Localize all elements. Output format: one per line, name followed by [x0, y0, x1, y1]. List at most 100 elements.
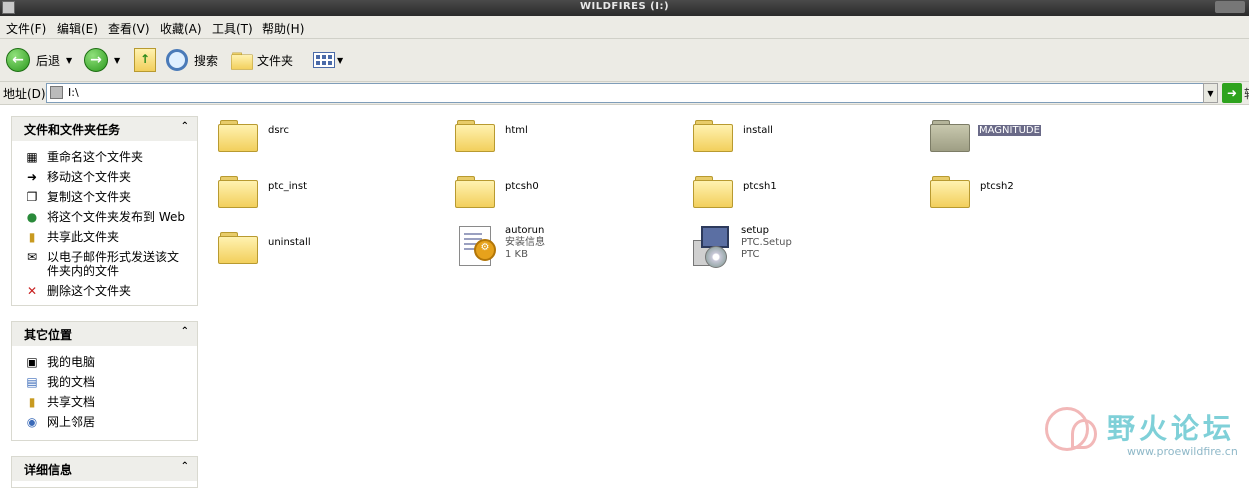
- shared-documents-icon: ▮: [28, 395, 36, 409]
- file-item-ptcsh1[interactable]: ptcsh1: [693, 170, 777, 210]
- task-copy[interactable]: ❐ 复制这个文件夹: [12, 187, 197, 207]
- address-value: I:\: [68, 86, 79, 99]
- address-dropdown-icon[interactable]: ▼: [1203, 83, 1218, 103]
- publish-web-icon: ●: [26, 210, 38, 224]
- file-type: 安装信息: [505, 237, 545, 248]
- back-button[interactable]: ← 后退 ▼: [6, 39, 72, 81]
- file-item-dsrc[interactable]: dsrc: [218, 114, 289, 154]
- rename-icon: ▦: [26, 150, 38, 164]
- file-name: uninstall: [268, 237, 311, 248]
- inf-file-icon: ⚙: [459, 226, 496, 266]
- back-dropdown-icon[interactable]: ▼: [66, 56, 72, 65]
- menu-help[interactable]: 帮助(H): [262, 20, 304, 37]
- menu-edit[interactable]: 编辑(E): [57, 20, 98, 37]
- file-item-install[interactable]: install: [693, 114, 773, 154]
- forward-dropdown-icon[interactable]: ▼: [114, 56, 120, 65]
- details-panel-header[interactable]: 详细信息 ⌃: [12, 457, 197, 481]
- views-button[interactable]: ▼: [313, 39, 343, 81]
- file-name: ptcsh2: [980, 181, 1014, 192]
- folder-icon: [930, 118, 970, 152]
- tasks-panel-header[interactable]: 文件和文件夹任务 ⌃: [12, 117, 197, 141]
- window-title: WILDFIRES (I:): [579, 1, 670, 12]
- file-name: ptcsh1: [743, 181, 777, 192]
- watermark-logo-icon: [1071, 419, 1097, 449]
- task-email[interactable]: ✉ 以电子邮件形式发送该文件夹内的文件: [12, 247, 197, 281]
- menu-tools[interactable]: 工具(T): [212, 20, 253, 37]
- details-panel-title: 详细信息: [24, 462, 73, 477]
- tasks-panel-title: 文件和文件夹任务: [24, 122, 121, 137]
- collapse-chevron-icon[interactable]: ⌃: [181, 326, 189, 337]
- forward-button[interactable]: → ▼: [84, 39, 120, 81]
- file-name: html: [505, 125, 528, 136]
- go-arrow-icon: ➜: [1226, 86, 1238, 100]
- up-folder-icon: ↑: [134, 48, 156, 72]
- file-company: PTC: [741, 249, 760, 260]
- details-panel: 详细信息 ⌃: [11, 456, 198, 488]
- folders-icon: [231, 51, 253, 70]
- go-label[interactable]: 转: [1244, 85, 1249, 102]
- task-rename[interactable]: ▦ 重命名这个文件夹: [12, 147, 197, 167]
- file-description: PTC.Setup: [741, 237, 792, 248]
- folder-icon: [218, 118, 258, 152]
- network-icon: ◉: [26, 415, 38, 429]
- drive-icon: [50, 86, 63, 99]
- file-item-ptc-inst[interactable]: ptc_inst: [218, 170, 307, 210]
- my-computer-icon: ▣: [26, 355, 38, 369]
- folder-icon: [455, 174, 495, 208]
- back-label: 后退: [36, 53, 61, 68]
- task-move[interactable]: ➜ 移动这个文件夹: [12, 167, 197, 187]
- search-button[interactable]: 搜索: [166, 39, 218, 81]
- places-panel-title: 其它位置: [24, 327, 73, 342]
- file-item-setup[interactable]: setup PTC.Setup PTC: [691, 222, 792, 270]
- forward-arrow-icon: →: [84, 48, 108, 72]
- places-panel-header[interactable]: 其它位置 ⌃: [12, 322, 197, 346]
- task-publish-web[interactable]: ● 将这个文件夹发布到 Web: [12, 207, 197, 227]
- file-item-ptcsh2[interactable]: ptcsh2: [930, 170, 1014, 210]
- folder-icon: [930, 174, 970, 208]
- up-folder-button[interactable]: ↑: [134, 39, 156, 81]
- folder-icon: [218, 174, 258, 208]
- watermark-url: www.proewildfire.cn: [1127, 445, 1238, 458]
- folders-button[interactable]: 文件夹: [231, 39, 293, 81]
- watermark-brand: 野火论坛: [1107, 412, 1236, 445]
- folder-icon: [455, 118, 495, 152]
- task-share[interactable]: ▮ 共享此文件夹: [12, 227, 197, 247]
- copy-icon: ❐: [26, 190, 38, 204]
- task-delete[interactable]: ✕ 删除这个文件夹: [12, 281, 197, 301]
- file-item-html[interactable]: html: [455, 114, 528, 154]
- go-button[interactable]: ➜: [1222, 83, 1242, 103]
- collapse-chevron-icon[interactable]: ⌃: [181, 121, 189, 132]
- delete-icon: ✕: [26, 284, 38, 298]
- window-controls[interactable]: [1215, 1, 1245, 13]
- watermark: 野火论坛 www.proewildfire.cn: [1045, 405, 1245, 465]
- address-input[interactable]: I:\: [46, 83, 1204, 103]
- place-my-computer[interactable]: ▣ 我的电脑: [12, 352, 197, 372]
- folder-icon: [693, 174, 733, 208]
- folders-label: 文件夹: [257, 53, 294, 68]
- move-icon: ➜: [26, 170, 38, 184]
- menu-file[interactable]: 文件(F): [6, 20, 46, 37]
- place-network[interactable]: ◉ 网上邻居: [12, 412, 197, 432]
- folder-icon: [218, 230, 258, 264]
- place-my-documents[interactable]: ▤ 我的文档: [12, 372, 197, 392]
- file-item-uninstall[interactable]: uninstall: [218, 226, 311, 266]
- address-label: 地址(D): [3, 87, 46, 101]
- file-name: setup: [741, 225, 769, 236]
- views-dropdown-icon[interactable]: ▼: [337, 56, 343, 65]
- menu-favorites[interactable]: 收藏(A): [160, 20, 202, 37]
- toolbar: ← 后退 ▼ → ▼ ↑ 搜索 文件夹 ▼: [0, 39, 1249, 82]
- address-bar: 地址(D) I:\ ▼ ➜ 转: [0, 82, 1249, 105]
- my-documents-icon: ▤: [26, 375, 38, 389]
- file-item-ptcsh0[interactable]: ptcsh0: [455, 170, 539, 210]
- tasks-panel: 文件和文件夹任务 ⌃ ▦ 重命名这个文件夹 ➜ 移动这个文件夹 ❐ 复制这个文件夹 ●…: [11, 116, 198, 306]
- places-panel: 其它位置 ⌃ ▣ 我的电脑 ▤ 我的文档 ▮ 共享文档 ◉ 网上邻居: [11, 321, 198, 441]
- place-shared-documents[interactable]: ▮ 共享文档: [12, 392, 197, 412]
- search-label: 搜索: [194, 53, 219, 68]
- file-item-magnitude[interactable]: MAGNITUDE: [930, 114, 1041, 154]
- installer-icon: [693, 226, 729, 268]
- file-item-autorun[interactable]: ⚙ autorun 安装信息 1 KB: [455, 222, 545, 270]
- email-icon: ✉: [26, 250, 38, 264]
- expand-chevron-icon[interactable]: ⌃: [181, 461, 189, 472]
- file-name: dsrc: [268, 125, 289, 136]
- menu-view[interactable]: 查看(V): [108, 20, 150, 37]
